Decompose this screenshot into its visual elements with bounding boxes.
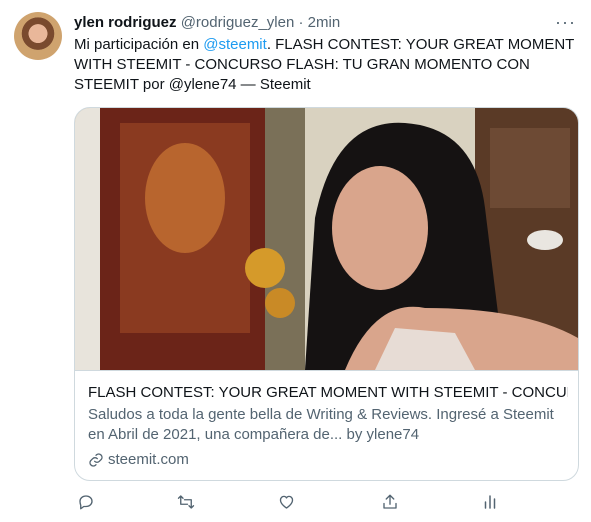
mention-link[interactable]: @steemit <box>203 36 267 53</box>
card-image <box>75 108 578 370</box>
reply-button[interactable] <box>74 490 98 514</box>
retweet-button[interactable] <box>174 490 198 514</box>
card-title[interactable]: FLASH CONTEST: YOUR GREAT MOMENT WITH ST… <box>88 383 568 403</box>
separator-dot: · <box>298 14 304 31</box>
share-icon <box>383 494 397 509</box>
tweet-text-before: Mi participación en <box>74 36 204 53</box>
tweet-header: ylen rodriguez @rodriguez_ylen · 2min <box>74 13 340 33</box>
share-button[interactable] <box>378 490 402 514</box>
like-icon <box>279 495 293 509</box>
reply-icon <box>79 495 93 510</box>
analytics-icon <box>484 495 496 509</box>
tweet-time[interactable]: 2min <box>308 14 341 31</box>
link-preview-card[interactable]: FLASH CONTEST: YOUR GREAT MOMENT WITH ST… <box>74 107 579 481</box>
avatar[interactable] <box>14 12 62 60</box>
card-domain[interactable]: steemit.com <box>88 450 189 470</box>
card-description: Saludos a toda la gente bella de Writing… <box>88 406 554 443</box>
author-handle[interactable]: @rodriguez_ylen <box>181 14 295 31</box>
tweet-text: Mi participación en @steemit. FLASH CONT… <box>74 35 579 95</box>
retweet-icon <box>177 495 195 509</box>
link-icon <box>89 453 103 467</box>
card-body: FLASH CONTEST: YOUR GREAT MOMENT WITH ST… <box>75 370 578 480</box>
card-domain-label: steemit.com <box>108 451 189 468</box>
like-button[interactable] <box>274 490 298 514</box>
more-options-icon[interactable]: ··· <box>555 12 576 33</box>
tweet-actions <box>74 490 504 514</box>
analytics-button[interactable] <box>478 490 502 514</box>
author-name[interactable]: ylen rodriguez <box>74 14 177 31</box>
